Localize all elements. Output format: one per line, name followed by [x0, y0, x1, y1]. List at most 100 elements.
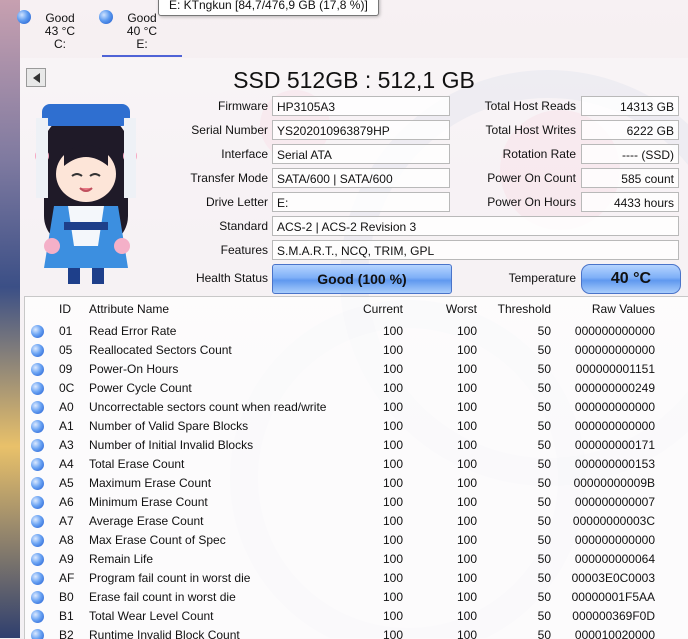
attribute-worst: 100 — [456, 438, 477, 452]
power-on-count-value: 585 count — [581, 168, 679, 188]
interface-label: Interface — [221, 147, 268, 161]
smart-attributes-table[interactable]: ID Attribute Name Current Worst Threshol… — [24, 296, 688, 639]
health-status-button[interactable]: Good (100 %) — [272, 264, 452, 294]
table-row[interactable]: B0 Erase fail count in worst die 100 100 50 0… — [25, 588, 688, 607]
attribute-raw-value: 000000000249 — [574, 381, 655, 395]
attribute-worst: 100 — [456, 571, 477, 585]
column-id[interactable]: ID — [59, 300, 71, 319]
attribute-threshold: 50 — [537, 457, 551, 471]
attribute-id: A7 — [59, 514, 74, 528]
attribute-name: Number of Valid Spare Blocks — [89, 419, 249, 433]
attribute-id: B1 — [59, 609, 74, 623]
status-good-icon — [31, 420, 44, 433]
attribute-name: Runtime Invalid Block Count — [89, 628, 240, 639]
attribute-current: 100 — [382, 495, 403, 509]
attribute-current: 100 — [382, 381, 403, 395]
table-row[interactable]: A7 Average Erase Count 100 100 50 00000000003… — [25, 512, 688, 531]
total-host-reads-value: 14313 GB — [581, 96, 679, 116]
attribute-worst: 100 — [456, 628, 477, 639]
table-row[interactable]: 05 Reallocated Sectors Count 100 100 50 00000… — [25, 341, 688, 360]
attribute-threshold: 50 — [537, 514, 551, 528]
attribute-name: Reallocated Sectors Count — [89, 343, 232, 357]
column-current[interactable]: Current — [363, 300, 403, 319]
attribute-name: Erase fail count in worst die — [89, 590, 236, 604]
attribute-id: 01 — [59, 324, 73, 338]
attribute-name: Maximum Erase Count — [89, 476, 212, 490]
attribute-worst: 100 — [456, 324, 477, 338]
tab-drive-letter: C: — [54, 37, 66, 51]
table-row[interactable]: A1 Number of Valid Spare Blocks 100 100 50 00… — [25, 417, 688, 436]
attribute-current: 100 — [382, 343, 403, 357]
table-row[interactable]: A9 Remain Life 100 100 50 000000000064 — [25, 550, 688, 569]
attribute-current: 100 — [382, 514, 403, 528]
drive-tab-c[interactable]: Good 43 °C C: — [17, 4, 100, 56]
table-row[interactable]: 0C Power Cycle Count 100 100 50 000000000249 — [25, 379, 688, 398]
attribute-worst: 100 — [456, 609, 477, 623]
table-row[interactable]: A0 Uncorrectable sectors count when read/… — [25, 398, 688, 417]
standard-value: ACS-2 | ACS-2 Revision 3 — [272, 216, 679, 236]
attribute-id: A4 — [59, 457, 74, 471]
column-raw-values[interactable]: Raw Values — [592, 300, 655, 319]
status-good-icon — [31, 553, 44, 566]
attribute-current: 100 — [382, 400, 403, 414]
standard-label: Standard — [219, 219, 268, 233]
attribute-id: A5 — [59, 476, 74, 490]
attribute-name: Uncorrectable sectors count when read/wr… — [89, 400, 327, 414]
status-good-icon — [31, 325, 44, 338]
attribute-name: Max Erase Count of Spec — [89, 533, 226, 547]
attribute-threshold: 50 — [537, 343, 551, 357]
interface-value: Serial ATA — [272, 144, 450, 164]
table-row[interactable]: AF Program fail count in worst die 100 100 5… — [25, 569, 688, 588]
attribute-threshold: 50 — [537, 571, 551, 585]
attribute-current: 100 — [382, 571, 403, 585]
features-label: Features — [220, 243, 268, 257]
firmware-value: HP3105A3 — [272, 96, 450, 116]
attribute-threshold: 50 — [537, 324, 551, 338]
power-on-count-label: Power On Count — [487, 171, 576, 185]
attribute-id: A0 — [59, 400, 74, 414]
drive-tooltip: E: KTngkun [84,7/476,9 GB (17,8 %)] — [158, 0, 379, 16]
attribute-threshold: 50 — [537, 609, 551, 623]
table-row[interactable]: B1 Total Wear Level Count 100 100 50 00000036… — [25, 607, 688, 626]
attribute-threshold: 50 — [537, 590, 551, 604]
attribute-id: 0C — [59, 381, 75, 395]
attribute-name: Read Error Rate — [89, 324, 177, 338]
disk-title: SSD 512GB : 512,1 GB — [233, 67, 475, 93]
attribute-raw-value: 000000001151 — [575, 362, 655, 376]
attribute-id: B2 — [59, 628, 74, 639]
attribute-name: Average Erase Count — [89, 514, 204, 528]
firmware-label: Firmware — [218, 99, 268, 113]
status-good-icon — [31, 534, 44, 547]
attribute-worst: 100 — [456, 419, 477, 433]
table-row[interactable]: B2 Runtime Invalid Block Count 100 100 50 000… — [25, 626, 688, 639]
status-good-icon — [31, 591, 44, 604]
attribute-threshold: 50 — [537, 476, 551, 490]
attribute-threshold: 50 — [537, 495, 551, 509]
table-row[interactable]: 01 Read Error Rate 100 100 50 000000000000 — [25, 322, 688, 341]
attribute-id: AF — [59, 571, 75, 585]
status-good-icon — [31, 458, 44, 471]
status-good-icon — [31, 439, 44, 452]
mascot-character-image — [35, 104, 137, 284]
table-row[interactable]: A5 Maximum Erase Count 100 100 50 00000000009… — [25, 474, 688, 493]
attribute-name: Total Erase Count — [89, 457, 185, 471]
attribute-worst: 100 — [456, 362, 477, 376]
background-left-edge — [0, 0, 20, 638]
tab-drive-letter: E: — [136, 37, 148, 51]
column-attribute-name[interactable]: Attribute Name — [89, 300, 169, 319]
table-row[interactable]: A3 Number of Initial Invalid Blocks 100 100… — [25, 436, 688, 455]
table-row[interactable]: A8 Max Erase Count of Spec 100 100 50 0000000… — [25, 531, 688, 550]
table-row[interactable]: A4 Total Erase Count 100 100 50 000000000153 — [25, 455, 688, 474]
status-good-icon — [31, 344, 44, 357]
table-row[interactable]: 09 Power-On Hours 100 100 50 000000001151 — [25, 360, 688, 379]
temperature-value: 40 °C — [581, 264, 681, 294]
attribute-raw-value: 000000000153 — [574, 457, 655, 471]
attribute-raw-value: 000010020000 — [574, 628, 655, 639]
attribute-worst: 100 — [456, 495, 477, 509]
column-worst[interactable]: Worst — [446, 300, 477, 319]
attribute-threshold: 50 — [537, 381, 551, 395]
serial-number-label: Serial Number — [191, 123, 268, 137]
attribute-id: 09 — [59, 362, 73, 376]
table-row[interactable]: A6 Minimum Erase Count 100 100 50 00000000000… — [25, 493, 688, 512]
column-threshold[interactable]: Threshold — [498, 300, 551, 319]
